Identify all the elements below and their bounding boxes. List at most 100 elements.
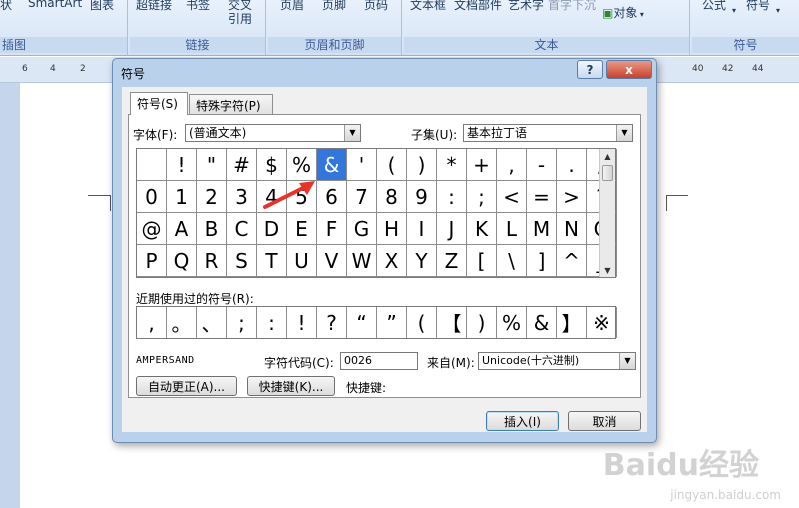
ribbon-item-bookmark[interactable]: 书签 <box>186 0 210 13</box>
symbol-cell[interactable]: B <box>197 213 227 245</box>
symbol-cell[interactable]: ) <box>407 149 437 181</box>
symbol-cell[interactable]: , <box>497 149 527 181</box>
ribbon-item-smartart[interactable]: SmartArt <box>28 0 82 10</box>
close-button[interactable]: x <box>606 60 652 79</box>
symbol-cell[interactable]: > <box>557 181 587 213</box>
recent-symbol-cell[interactable]: ? <box>317 307 347 338</box>
symbol-cell[interactable]: S <box>227 245 257 277</box>
recent-symbol-cell[interactable]: , <box>137 307 167 338</box>
symbol-cell[interactable]: Q <box>167 245 197 277</box>
symbol-cell[interactable]: 9 <box>407 181 437 213</box>
symbol-cell[interactable]: ] <box>527 245 557 277</box>
symbol-cell[interactable]: I <box>407 213 437 245</box>
symbol-cell[interactable]: " <box>197 149 227 181</box>
recent-symbol-cell[interactable]: 】 <box>557 307 587 338</box>
recent-symbol-cell[interactable]: ※ <box>587 307 617 338</box>
help-button[interactable]: ? <box>577 60 603 79</box>
ribbon-item-hyperlink[interactable]: 超链接 <box>136 0 172 13</box>
ribbon-item-footer[interactable]: 页脚 <box>322 0 346 13</box>
symbol-cell[interactable]: U <box>287 245 317 277</box>
symbol-cell[interactable]: F <box>317 213 347 245</box>
ribbon-item-shapes[interactable]: 状 <box>0 0 12 13</box>
ribbon-item-crossref-2[interactable]: 引用 <box>228 10 252 27</box>
symbol-cell[interactable]: : <box>437 181 467 213</box>
ribbon-item-header[interactable]: 页眉 <box>280 0 304 13</box>
symbol-cell[interactable]: # <box>227 149 257 181</box>
symbol-cell[interactable]: R <box>197 245 227 277</box>
ribbon-item-dropcap[interactable]: 首字下沉 <box>548 0 596 13</box>
recent-symbol-cell[interactable]: 。 <box>167 307 197 338</box>
recent-symbol-cell[interactable]: : <box>257 307 287 338</box>
tab-symbols[interactable]: 符号(S) <box>130 92 188 115</box>
recent-symbol-cell[interactable]: ! <box>287 307 317 338</box>
symbol-cell[interactable]: @ <box>137 213 167 245</box>
subset-select[interactable]: 基本拉丁语 ▼ <box>463 124 633 142</box>
symbol-cell[interactable]: C <box>227 213 257 245</box>
symbol-cell[interactable]: H <box>377 213 407 245</box>
autocorrect-button[interactable]: 自动更正(A)... <box>136 376 237 396</box>
recent-symbol-cell[interactable]: ; <box>227 307 257 338</box>
recent-symbol-cell[interactable]: & <box>527 307 557 338</box>
symbol-cell[interactable]: P <box>137 245 167 277</box>
symbol-cell[interactable]: 8 <box>377 181 407 213</box>
chevron-down-icon[interactable]: ▼ <box>619 353 635 369</box>
symbol-cell[interactable]: X <box>377 245 407 277</box>
dialog-titlebar[interactable]: 符号 ? x <box>113 59 656 86</box>
symbol-cell[interactable]: ' <box>347 149 377 181</box>
symbol-cell[interactable]: J <box>437 213 467 245</box>
symbol-cell[interactable]: 7 <box>347 181 377 213</box>
symbol-cell[interactable]: 3 <box>227 181 257 213</box>
scroll-thumb[interactable] <box>602 165 613 181</box>
symbol-cell[interactable]: Z <box>437 245 467 277</box>
symbol-cell[interactable]: + <box>467 149 497 181</box>
symbol-cell[interactable]: = <box>527 181 557 213</box>
scroll-up-icon[interactable]: ▲ <box>600 149 615 163</box>
symbol-cell[interactable]: V <box>317 245 347 277</box>
cancel-button[interactable]: 取消 <box>568 411 641 431</box>
ribbon-item-quickparts[interactable]: 文档部件 <box>454 0 502 13</box>
symbol-cell[interactable]: \ <box>497 245 527 277</box>
recent-symbol-cell[interactable]: ( <box>407 307 437 338</box>
ribbon-item-page-number[interactable]: 页码 <box>364 0 388 13</box>
symbol-cell[interactable]: ( <box>377 149 407 181</box>
from-select[interactable]: Unicode(十六进制) ▼ <box>478 352 636 370</box>
recent-symbol-cell[interactable]: “ <box>347 307 377 338</box>
symbol-cell[interactable]: M <box>527 213 557 245</box>
recent-symbol-cell[interactable]: ” <box>377 307 407 338</box>
symbol-cell[interactable]: 0 <box>137 181 167 213</box>
symbol-cell[interactable]: L <box>497 213 527 245</box>
symbol-cell[interactable]: E <box>287 213 317 245</box>
symbol-cell[interactable]: & <box>317 149 347 181</box>
symbol-cell[interactable]: 1 <box>167 181 197 213</box>
chevron-down-icon[interactable]: ▼ <box>616 125 632 141</box>
symbol-cell[interactable]: ! <box>167 149 197 181</box>
insert-button[interactable]: 插入(I) <box>486 411 559 431</box>
chevron-down-icon[interactable]: ▼ <box>344 125 360 141</box>
symbol-cell[interactable]: K <box>467 213 497 245</box>
symbol-cell[interactable]: - <box>527 149 557 181</box>
ribbon-item-textbox[interactable]: 文本框 <box>410 0 446 13</box>
symbol-cell[interactable]: ^ <box>557 245 587 277</box>
symbol-cell[interactable]: W <box>347 245 377 277</box>
ribbon-item-object[interactable]: ▣对象 ▾ <box>602 4 644 21</box>
recent-symbol-cell[interactable]: 、 <box>197 307 227 338</box>
shortcut-key-button[interactable]: 快捷键(K)... <box>247 376 335 396</box>
tab-special-characters[interactable]: 特殊字符(P) <box>189 94 273 115</box>
ribbon-item-chart[interactable]: 图表 <box>90 0 114 13</box>
symbol-cell[interactable]: . <box>557 149 587 181</box>
symbol-cell[interactable]: ; <box>467 181 497 213</box>
symbol-cell[interactable]: N <box>557 213 587 245</box>
symbol-cell[interactable]: * <box>437 149 467 181</box>
symbol-cell[interactable]: D <box>257 213 287 245</box>
symbol-cell[interactable] <box>137 149 167 181</box>
symbol-cell[interactable]: A <box>167 213 197 245</box>
ribbon-item-symbol[interactable]: 符号 <box>746 0 770 13</box>
symbol-grid-scrollbar[interactable]: ▲ ▼ <box>599 149 615 277</box>
ribbon-item-wordart[interactable]: 艺术字 <box>508 0 544 13</box>
recent-symbol-cell[interactable]: 【 <box>437 307 467 338</box>
char-code-input[interactable]: 0026 <box>340 352 418 370</box>
symbol-cell[interactable]: < <box>497 181 527 213</box>
recent-symbol-cell[interactable]: % <box>497 307 527 338</box>
scroll-down-icon[interactable]: ▼ <box>600 263 615 277</box>
recent-symbol-cell[interactable]: ) <box>467 307 497 338</box>
